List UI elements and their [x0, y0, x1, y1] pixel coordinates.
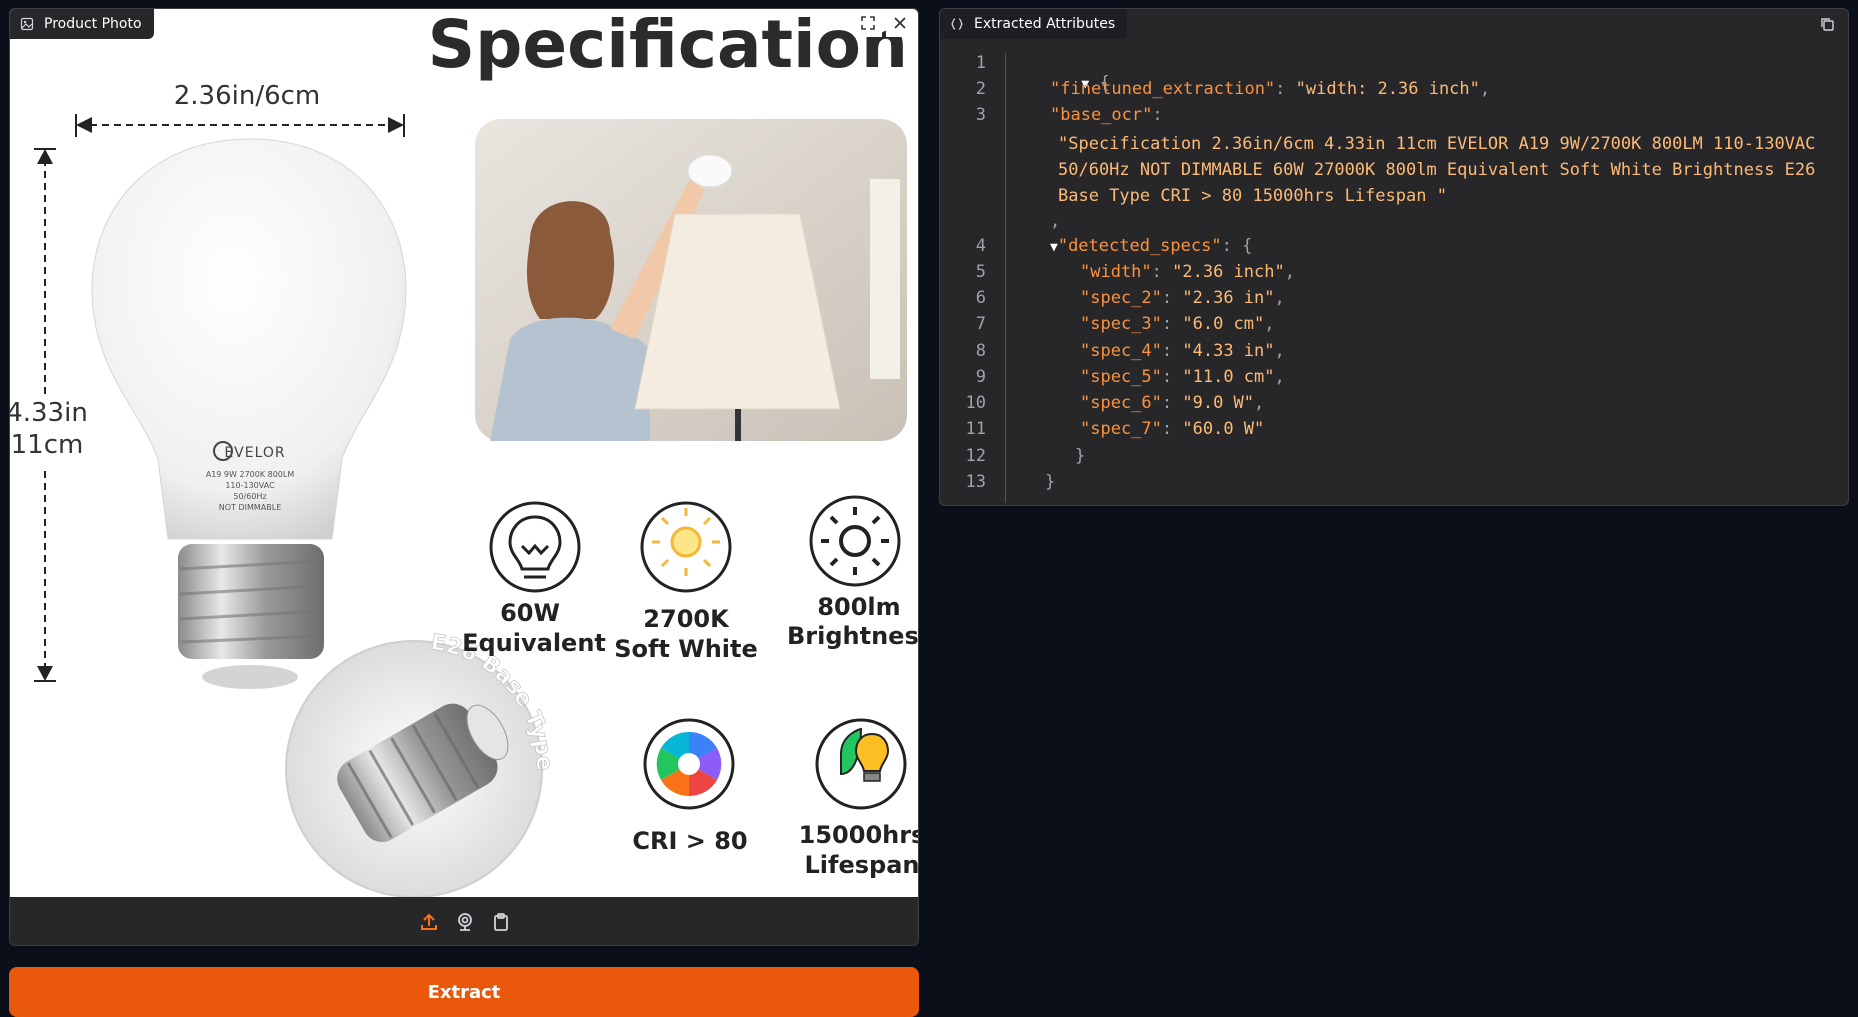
feature-800lm-line2: Brightness: [787, 622, 919, 650]
base-ocr-value: "Specification 2.36in/6cm 4.33in 11cm EV…: [1058, 134, 1816, 206]
extracted-attributes-panel: Extracted Attributes 1 2 3 4 5 6 7 8 9 1…: [939, 8, 1849, 506]
feature-lifespan-line1: 15000hrs: [799, 821, 919, 849]
bulb-spec-line-2: 110-130VAC: [225, 481, 275, 490]
line-number: 13: [965, 472, 986, 492]
feature-60w-line1: 60W: [500, 599, 560, 627]
extracted-attributes-label: Extracted Attributes: [940, 9, 1128, 39]
line-number: 12: [965, 446, 986, 466]
bulb-spec-line-1: A19 9W 2700K 800LM: [206, 470, 295, 479]
line-number: 2: [975, 79, 986, 99]
clipboard-button[interactable]: [490, 911, 512, 933]
detected-key: "detected_specs": [1057, 236, 1222, 256]
line-number: 5: [975, 262, 986, 282]
json-line-finetuned: "finetuned_extraction": "width: 2.36 inc…: [1050, 79, 1491, 99]
product-image: Specification 2.36in/6cm 4.33in 11cm EVE…: [10, 9, 919, 897]
extract-button[interactable]: Extract: [9, 967, 919, 1017]
height-dimension-cm: 11cm: [11, 430, 84, 460]
line-number: 7: [975, 314, 986, 334]
line-number: 1: [975, 53, 986, 73]
feature-cri: CRI > 80: [632, 718, 748, 855]
feature-lifespan-line2: Lifespan: [805, 851, 919, 879]
product-photo-label-text: Product Photo: [44, 16, 142, 32]
bulb-illustration: EVELOR A19 9W 2700K 800LM 110-130VAC 50/…: [91, 138, 407, 689]
json-comma: ,: [1050, 211, 1061, 231]
line-number: 6: [975, 288, 986, 308]
width-dimension: 2.36in/6cm: [174, 81, 321, 111]
bulb-brand: EVELOR: [224, 445, 285, 461]
spec-row: "spec_5": "11.0 cm",: [1080, 367, 1285, 387]
feature-60w: 60W Equivalent: [462, 501, 606, 657]
bulb-spec-line-3: 50/60Hz: [233, 492, 266, 501]
gutter-divider: [1005, 53, 1006, 503]
base-closeup: E26 Base Type: [285, 630, 557, 897]
json-line-detected: ▼"detected_specs": {: [1050, 236, 1253, 256]
collapse-detected-toggle[interactable]: ▼: [1050, 240, 1058, 255]
line-number: 10: [965, 393, 986, 413]
feature-2700k: 2700K Soft White: [614, 501, 758, 663]
json-line-base-ocr: "base_ocr":: [1050, 105, 1163, 125]
image-icon: [20, 17, 34, 31]
spec-row: "spec_3": "6.0 cm",: [1080, 314, 1275, 334]
bulb-spec-line-4: NOT DIMMABLE: [219, 503, 282, 512]
spec-row: "width": "2.36 inch",: [1080, 262, 1295, 282]
spec-row: "spec_6": "9.0 W",: [1080, 393, 1265, 413]
braces-icon: [951, 18, 963, 30]
feature-800lm-line1: 800lm: [817, 593, 900, 621]
feature-2700k-line2: Soft White: [614, 635, 758, 663]
product-photo-label: Product Photo: [10, 9, 154, 39]
json-close-inner: }: [1075, 446, 1086, 466]
feature-800lm: 800lm Brightness: [787, 495, 919, 650]
finetuned-key: "finetuned_extraction": [1050, 79, 1276, 99]
json-close-outer: }: [1045, 472, 1056, 492]
feature-2700k-line1: 2700K: [643, 605, 730, 633]
line-number: 8: [975, 341, 986, 361]
feature-lifespan: 15000hrs Lifespan: [799, 718, 919, 879]
height-dimension-in: 4.33in: [10, 398, 88, 428]
webcam-button[interactable]: [454, 911, 476, 933]
copy-button[interactable]: [1816, 13, 1838, 35]
feature-60w-line2: Equivalent: [462, 629, 606, 657]
image-title: Specification: [428, 9, 908, 83]
webcam-icon: [458, 913, 472, 931]
spec-row: "spec_4": "4.33 in",: [1080, 341, 1285, 361]
fullscreen-button[interactable]: [854, 9, 882, 37]
line-number: 11: [965, 419, 986, 439]
upload-button[interactable]: [418, 911, 440, 933]
lifestyle-photo: [475, 119, 907, 441]
product-image-svg: Specification 2.36in/6cm 4.33in 11cm EVE…: [10, 9, 919, 897]
upload-icon: [421, 913, 437, 930]
spec-row: "spec_2": "2.36 in",: [1080, 288, 1285, 308]
feature-cri-line1: CRI > 80: [632, 827, 747, 855]
close-button[interactable]: [886, 9, 914, 37]
line-number: 4: [975, 236, 986, 256]
photo-toolbar: [10, 897, 918, 945]
spec-row: "spec_7": "60.0 W": [1080, 419, 1265, 439]
close-icon: [894, 17, 906, 29]
fullscreen-icon: [861, 16, 875, 30]
clipboard-icon: [494, 913, 508, 931]
extracted-attributes-label-text: Extracted Attributes: [974, 16, 1116, 32]
line-number: 9: [975, 367, 986, 387]
base-ocr-key: "base_ocr": [1050, 105, 1153, 125]
product-photo-panel: Product Photo Specification 2.36in/6cm 4…: [9, 8, 919, 946]
line-number: 3: [975, 105, 986, 125]
color-aperture-icon: [656, 731, 722, 797]
finetuned-value: "width: 2.36 inch": [1295, 79, 1480, 99]
copy-icon: [1821, 18, 1834, 31]
